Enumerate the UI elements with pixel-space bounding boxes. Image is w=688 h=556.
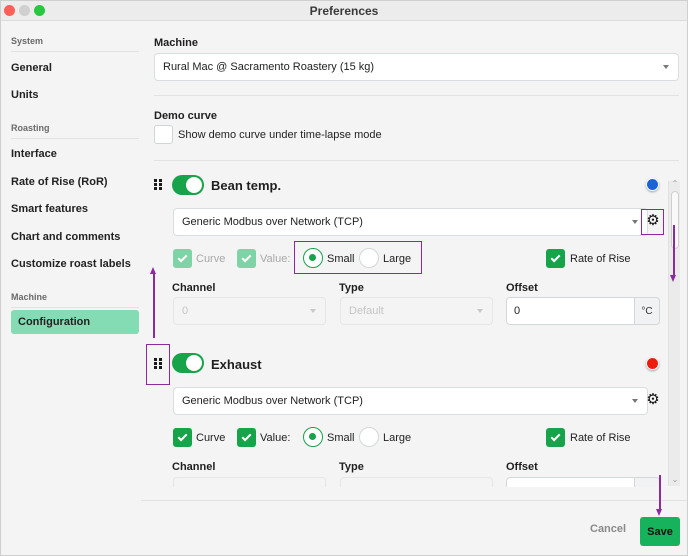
annotation-arrow-up-icon	[150, 267, 156, 274]
annotation-highlight-gear	[641, 209, 664, 235]
preferences-window: Preferences System General Units Roastin…	[0, 0, 688, 556]
sidebar-item-configuration[interactable]: Configuration	[11, 310, 139, 334]
bean-temp-channel-label: Channel	[172, 282, 216, 294]
annotation-arrow-line	[659, 475, 661, 511]
bean-temp-toggle[interactable]	[172, 175, 204, 195]
chevron-down-icon	[310, 309, 316, 313]
bean-temp-driver-value: Generic Modbus over Network (TCP)	[182, 216, 363, 228]
exhaust-value-checkbox[interactable]	[237, 428, 256, 447]
bean-temp-ror-checkbox[interactable]	[546, 249, 565, 268]
exhaust-offset-unit	[635, 477, 660, 487]
bean-temp-color-swatch[interactable]	[646, 178, 659, 191]
exhaust-color-swatch[interactable]	[646, 357, 659, 370]
demo-curve-label: Demo curve	[154, 110, 217, 122]
drag-handle-icon[interactable]	[154, 358, 164, 370]
exhaust-channel-select[interactable]	[173, 477, 326, 487]
exhaust-value-label: Value:	[260, 432, 291, 444]
toggle-knob	[186, 177, 202, 193]
toggle-knob	[186, 355, 202, 371]
annotation-highlight-size-radios	[294, 241, 422, 274]
sidebar-item-chart-and-comments[interactable]: Chart and comments	[11, 231, 139, 243]
sidebar-section-system: System	[11, 36, 139, 52]
machine-select[interactable]: Rural Mac @ Sacramento Roastery (15 kg)	[154, 53, 679, 81]
bean-temp-curve-checkbox[interactable]	[173, 249, 192, 268]
bean-temp-channel-select[interactable]: 0	[173, 297, 326, 325]
chevron-down-icon	[632, 399, 638, 403]
divider	[154, 95, 679, 96]
sidebar-item-rate-of-rise[interactable]: Rate of Rise (RoR)	[11, 176, 139, 188]
bean-temp-type-label: Type	[339, 282, 364, 294]
sidebar-item-general[interactable]: General	[11, 62, 139, 74]
exhaust-size-large-radio[interactable]	[359, 427, 379, 447]
exhaust-driver-value: Generic Modbus over Network (TCP)	[182, 395, 363, 407]
exhaust-offset-label: Offset	[506, 461, 538, 473]
bean-temp-offset-value: 0	[514, 305, 521, 317]
bean-temp-type-select[interactable]: Default	[340, 297, 493, 325]
scroll-down-icon[interactable]: ⌄	[669, 475, 681, 484]
bean-temp-offset-input[interactable]: 0	[506, 297, 635, 325]
sidebar-item-units[interactable]: Units	[11, 89, 139, 101]
exhaust-type-select[interactable]	[340, 477, 493, 487]
exhaust-size-large-label: Large	[383, 432, 412, 444]
bean-temp-curve-label: Curve	[196, 253, 226, 265]
save-button[interactable]: Save	[640, 517, 680, 546]
exhaust-ror-checkbox[interactable]	[546, 428, 565, 447]
exhaust-driver-select[interactable]: Generic Modbus over Network (TCP)	[173, 387, 648, 415]
exhaust-ror-label: Rate of Rise	[570, 432, 631, 444]
window-title: Preferences	[309, 4, 379, 18]
sidebar-item-interface[interactable]: Interface	[11, 148, 139, 160]
chevron-down-icon	[663, 65, 669, 69]
sidebar-item-customize-roast-labels[interactable]: Customize roast labels	[11, 258, 139, 270]
drag-handle-icon[interactable]	[154, 179, 164, 191]
annotation-arrow-line	[153, 272, 155, 338]
exhaust-settings-gear-icon[interactable]: ⚙	[645, 392, 661, 407]
bean-temp-value-label: Value:	[260, 253, 291, 265]
sidebar-item-smart-features[interactable]: Smart features	[11, 203, 139, 215]
sidebar-section-roasting: Roasting	[11, 123, 139, 139]
chevron-down-icon	[477, 309, 483, 313]
sidebar-section-machine: Machine	[11, 292, 139, 308]
annotation-arrow-down-icon	[656, 509, 662, 516]
bean-temp-ror-label: Rate of Rise	[570, 253, 631, 265]
exhaust-size-small-radio[interactable]	[303, 427, 323, 447]
exhaust-curve-label: Curve	[196, 432, 226, 444]
machine-select-value: Rural Mac @ Sacramento Roastery (15 kg)	[163, 61, 375, 73]
cancel-button[interactable]: Cancel	[590, 523, 626, 535]
exhaust-channel-label: Channel	[172, 461, 216, 473]
bean-temp-value-checkbox[interactable]	[237, 249, 256, 268]
scroll-up-icon[interactable]: ⌃	[669, 179, 681, 188]
annotation-arrow-down-icon	[670, 275, 676, 282]
bean-temp-title: Bean temp.	[211, 178, 282, 193]
exhaust-title: Exhaust	[211, 357, 262, 372]
title-bar: Preferences	[1, 1, 687, 21]
bean-temp-type-value: Default	[349, 305, 384, 317]
bean-temp-channel-value: 0	[182, 305, 189, 317]
bean-temp-offset-unit: °C	[635, 297, 660, 325]
exhaust-toggle[interactable]	[172, 353, 204, 373]
chevron-down-icon	[632, 220, 638, 224]
exhaust-curve-checkbox[interactable]	[173, 428, 192, 447]
exhaust-offset-input[interactable]	[506, 477, 635, 487]
sidebar: System General Units Roasting Interface …	[1, 22, 141, 512]
exhaust-size-small-label: Small	[327, 432, 355, 444]
annotation-arrow-line	[673, 225, 675, 277]
exhaust-type-label: Type	[339, 461, 364, 473]
divider	[154, 160, 679, 161]
machine-label: Machine	[154, 37, 199, 49]
bean-temp-offset-label: Offset	[506, 282, 538, 294]
demo-curve-checkbox[interactable]	[154, 125, 173, 144]
configuration-panel: Machine Rural Mac @ Sacramento Roastery …	[141, 22, 687, 487]
demo-curve-checkbox-label: Show demo curve under time-lapse mode	[178, 129, 382, 141]
dialog-footer: Cancel Save	[141, 475, 687, 556]
bean-temp-driver-select[interactable]: Generic Modbus over Network (TCP)	[173, 208, 648, 236]
